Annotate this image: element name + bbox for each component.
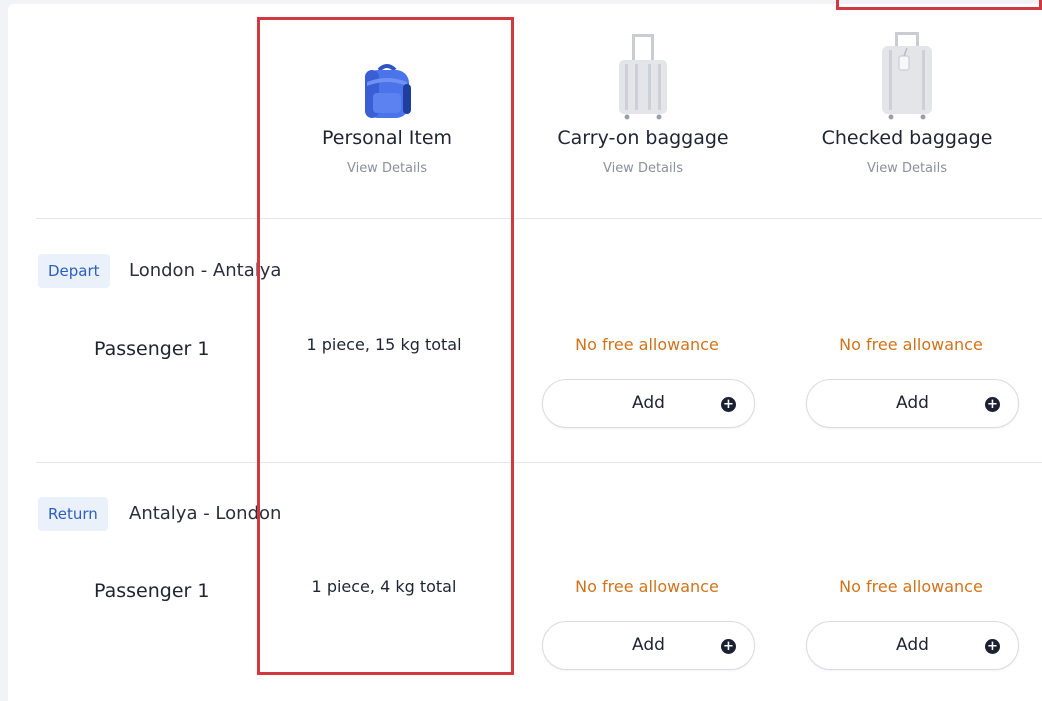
passenger-label: Passenger 1 xyxy=(94,338,210,360)
checked-suitcase-icon xyxy=(882,32,932,120)
return-tag: Return xyxy=(38,497,108,531)
add-checked-button[interactable]: Add + xyxy=(806,379,1019,428)
segment-divider xyxy=(36,462,1042,463)
column-carry-on-baggage: Carry-on baggage View Details xyxy=(533,24,753,204)
carry-on-allowance: No free allowance xyxy=(575,577,719,596)
view-details-link[interactable]: View Details xyxy=(533,161,753,176)
corner-highlight xyxy=(836,0,1042,10)
add-carry-on-button[interactable]: Add + xyxy=(542,379,755,428)
add-carry-on-button[interactable]: Add + xyxy=(542,621,755,670)
column-checked-baggage: Checked baggage View Details xyxy=(797,24,1017,204)
carry-on-suitcase-icon xyxy=(619,34,667,120)
plus-circle-icon: + xyxy=(721,397,736,412)
personal-item-highlight xyxy=(257,17,514,675)
plus-circle-icon: + xyxy=(721,639,736,654)
checked-allowance: No free allowance xyxy=(839,335,983,354)
column-title: Carry-on baggage xyxy=(557,127,729,149)
carry-on-allowance: No free allowance xyxy=(575,335,719,354)
view-details-link[interactable]: View Details xyxy=(797,161,1017,176)
header-divider xyxy=(36,218,1042,219)
plus-circle-icon: + xyxy=(985,639,1000,654)
passenger-label: Passenger 1 xyxy=(94,580,210,602)
add-checked-button[interactable]: Add + xyxy=(806,621,1019,670)
baggage-card: Personal Item View Details Carry-on bagg… xyxy=(8,4,1042,701)
depart-tag: Depart xyxy=(38,254,110,288)
column-title: Checked baggage xyxy=(821,127,993,149)
checked-allowance: No free allowance xyxy=(839,577,983,596)
plus-circle-icon: + xyxy=(985,397,1000,412)
